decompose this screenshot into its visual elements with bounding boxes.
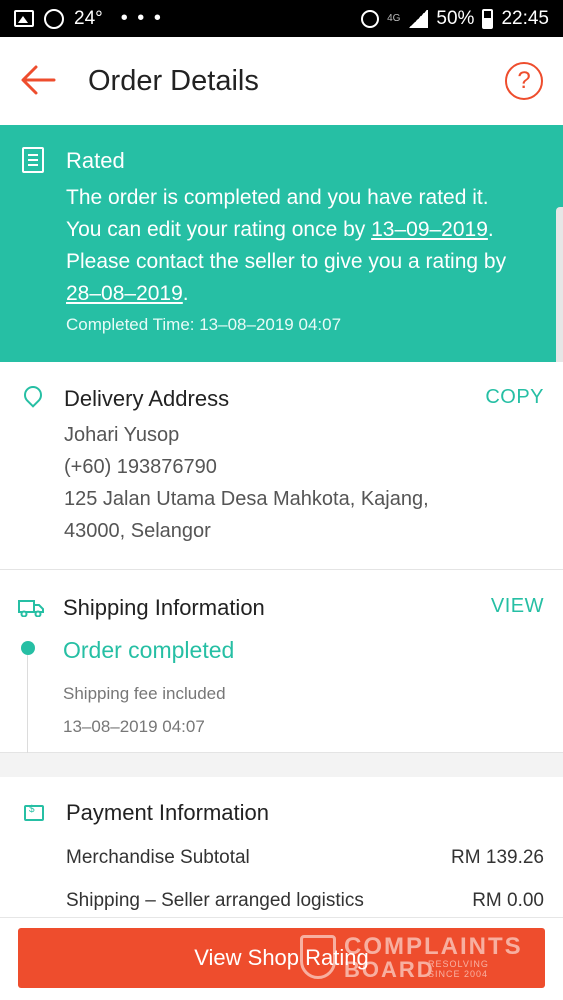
shipping-information-section: Shipping Information VIEW Order complete…	[0, 571, 563, 753]
timeline-line	[27, 655, 28, 753]
clock: 22:45	[501, 7, 549, 29]
location-pin-icon	[20, 382, 46, 408]
status-bar: 24° • • • 4G 50% 22:45	[0, 0, 563, 37]
shipping-time: 13–08–2019 04:07	[63, 717, 205, 736]
battery-icon	[482, 8, 494, 29]
delivery-address-title: Delivery Address	[64, 386, 230, 411]
payment-value: RM 0.00	[472, 890, 544, 911]
payment-row: Merchandise Subtotal RM 139.26	[66, 847, 544, 869]
recipient-phone: (+60) 193876790	[64, 456, 217, 478]
page-title: Order Details	[88, 65, 259, 97]
document-icon	[22, 147, 44, 173]
rated-banner: Rated The order is completed and you hav…	[0, 125, 563, 362]
help-icon[interactable]: ?	[505, 62, 543, 100]
payment-value: RM 139.26	[451, 847, 544, 868]
edit-deadline-date: 13–09–2019	[371, 218, 488, 241]
banner-line: You can edit your rating once by 13–09–2…	[66, 214, 546, 246]
banner-line: Please contact the seller to give you a …	[66, 250, 507, 273]
completed-time: Completed Time: 13–08–2019 04:07	[66, 315, 342, 334]
payment-icon	[24, 804, 44, 821]
seller-rating-deadline-date: 28–08–2019	[66, 282, 183, 305]
temperature: 24°	[74, 7, 103, 29]
payment-row: Shipping – Seller arranged logistics RM …	[66, 890, 544, 912]
banner-title: Rated	[66, 148, 125, 173]
shipping-status: Order completed	[63, 637, 235, 663]
truck-icon	[18, 600, 44, 617]
whatsapp-icon	[44, 8, 64, 29]
payment-information-title: Payment Information	[66, 800, 269, 825]
copy-address-button[interactable]: COPY	[485, 386, 544, 409]
banner-line: 28–08–2019.	[66, 278, 546, 310]
signal-icon	[408, 9, 429, 28]
payment-information-section: Payment Information Merchandise Subtotal…	[0, 777, 563, 917]
banner-message: The order is completed and you have rate…	[66, 182, 546, 310]
banner-line: The order is completed and you have rate…	[66, 186, 489, 209]
view-shop-rating-button[interactable]: View Shop Rating	[18, 928, 545, 988]
view-shipping-button[interactable]: VIEW	[491, 595, 544, 618]
scrollbar[interactable]	[556, 207, 563, 377]
back-arrow-icon[interactable]	[20, 64, 56, 96]
address-line-2: 43000, Selangor	[64, 520, 211, 542]
network-type: 4G	[387, 13, 401, 24]
address-line-1: 125 Jalan Utama Desa Mahkota, Kajang,	[64, 488, 429, 510]
banner-text-part: You can edit your rating once by	[66, 218, 372, 241]
alarm-icon	[361, 9, 380, 28]
bottom-bar: View Shop Rating	[0, 917, 563, 1000]
timeline-dot	[21, 641, 35, 655]
payment-label: Shipping – Seller arranged logistics	[66, 890, 364, 911]
payment-label: Merchandise Subtotal	[66, 847, 250, 868]
recipient-name: Johari Yusop	[64, 424, 180, 446]
banner-text-part: .	[182, 282, 189, 305]
more-notifications-icon: • • •	[120, 7, 163, 29]
delivery-address-section: Delivery Address COPY Johari Yusop (+60)…	[0, 362, 563, 570]
app-header: Order Details ?	[0, 37, 563, 125]
banner-text-part: .	[487, 218, 494, 241]
shipping-information-title: Shipping Information	[63, 595, 265, 620]
section-divider	[0, 753, 563, 777]
battery-percent: 50%	[436, 7, 475, 29]
shipping-note: Shipping fee included	[63, 684, 226, 703]
gallery-icon	[14, 10, 34, 27]
